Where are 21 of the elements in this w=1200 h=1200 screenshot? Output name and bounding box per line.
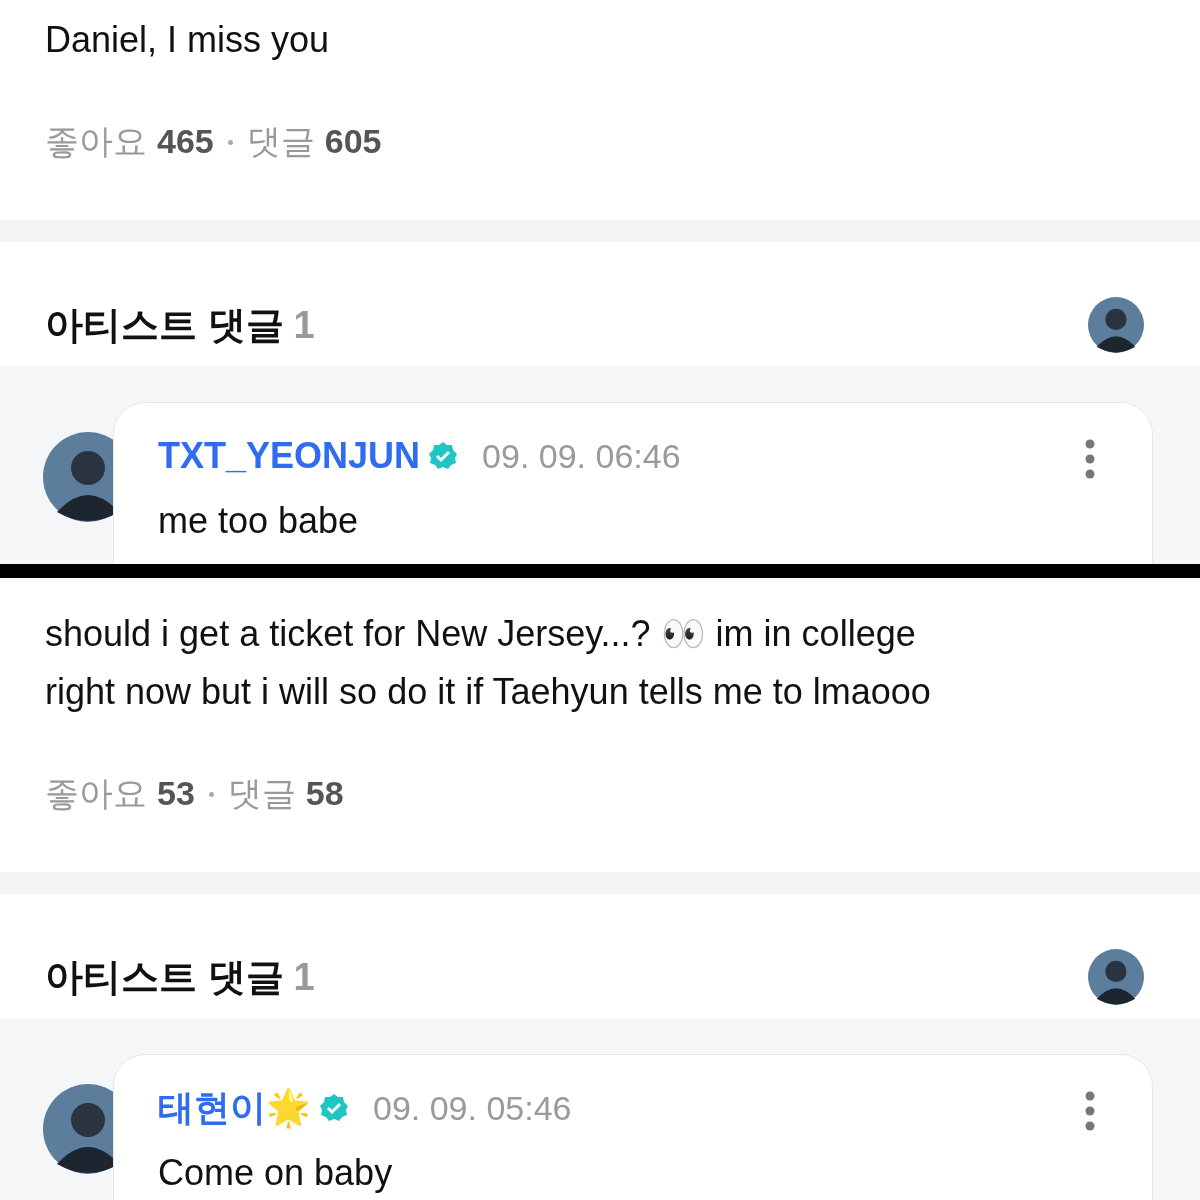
comment-time: 09. 09. 05:46: [373, 1088, 572, 1128]
post-text: Daniel, I miss you: [45, 18, 331, 62]
comment-text: me too babe: [158, 501, 360, 541]
separator-dot: [227, 139, 233, 145]
avatar-icon: [1088, 949, 1144, 1005]
section-title: 아티스트 댓글 1: [45, 305, 315, 345]
author-name[interactable]: 태현이🌟: [158, 1083, 311, 1133]
separator-dot: [208, 791, 214, 797]
section-title: 아티스트 댓글 1: [45, 957, 315, 997]
more-icon[interactable]: [1084, 439, 1096, 479]
comments-count: 댓글 58: [227, 773, 344, 814]
comments-count: 댓글 605: [246, 121, 382, 162]
avatar-icon: [1088, 297, 1144, 353]
likes-count: 좋아요 465: [45, 121, 214, 162]
post-text: should i get a ticket for New Jersey...? 👀 im in college: [45, 612, 917, 656]
more-icon[interactable]: [1084, 1091, 1096, 1131]
author-name[interactable]: TXT_YEONJUN: [158, 435, 421, 477]
comment-time: 09. 09. 06:46: [482, 436, 681, 476]
likes-count: 좋아요 53: [45, 773, 195, 814]
post-text: right now but i will so do it if Taehyun tells me to lmaooo: [45, 670, 932, 714]
comment-text: Come on baby: [158, 1153, 394, 1193]
